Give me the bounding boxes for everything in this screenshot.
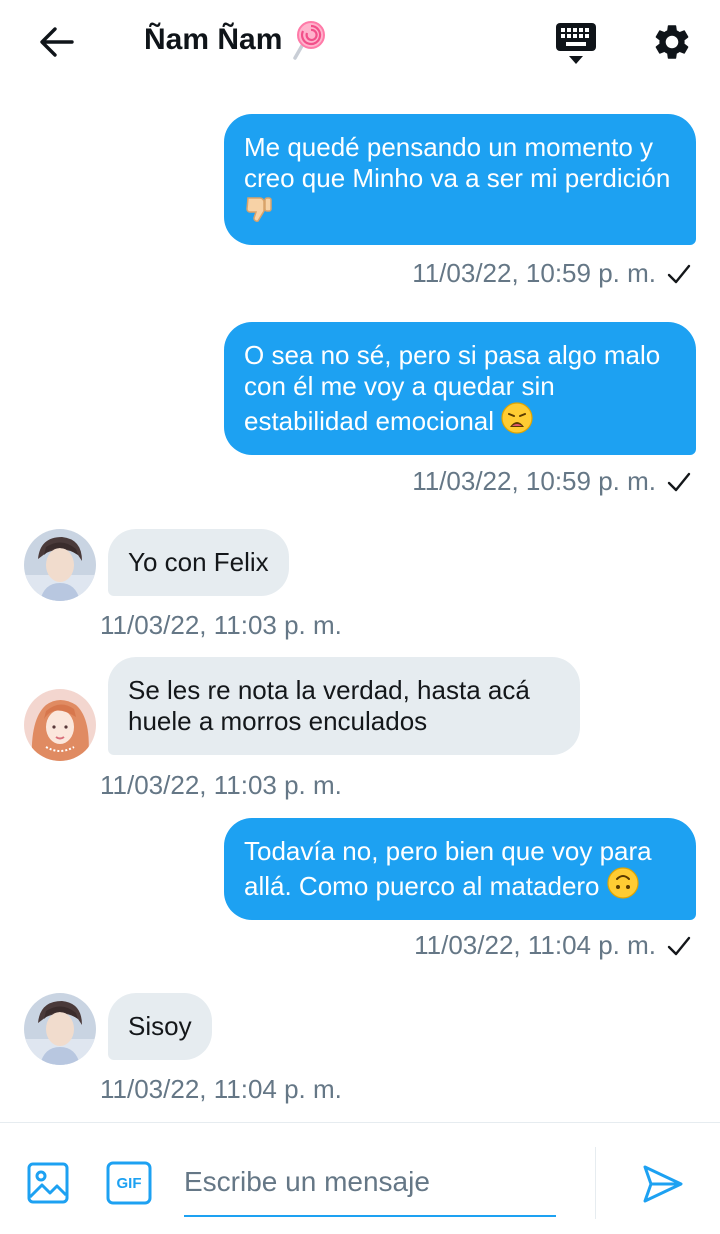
message-text: O sea no sé, pero si pasa algo malo con … [244, 340, 661, 436]
message-input-wrapper [184, 1151, 556, 1217]
message-text: Sisoy [128, 1011, 192, 1041]
avatar-boy [24, 993, 96, 1065]
weary-face-icon [501, 402, 533, 434]
arrow-left-icon [40, 27, 74, 57]
message-text: Todavía no, pero bien que voy para allá.… [244, 836, 652, 901]
composer-divider [595, 1147, 596, 1219]
timestamp-text: 11/03/22, 10:59 p. m. [412, 466, 656, 496]
message-timestamp: 11/03/22, 11:03 p. m. [100, 770, 342, 801]
message-timestamp: 11/03/22, 11:04 p. m. [100, 1074, 342, 1105]
avatar[interactable] [24, 993, 96, 1065]
timestamp-text: 11/03/22, 11:03 p. m. [100, 770, 342, 800]
message-bubble-incoming[interactable]: Sisoy [108, 993, 212, 1060]
timestamp-text: 11/03/22, 11:04 p. m. [414, 930, 656, 960]
message-composer: GIF [0, 1122, 720, 1234]
avatar[interactable] [24, 689, 96, 761]
message-bubble-outgoing[interactable]: O sea no sé, pero si pasa algo malo con … [224, 322, 696, 455]
chat-header: Ñam Ñam [0, 0, 720, 86]
send-icon [643, 1165, 683, 1203]
timestamp-text: 11/03/22, 11:04 p. m. [100, 1074, 342, 1104]
conversation-title-text: Ñam Ñam [144, 23, 283, 56]
add-image-button[interactable] [26, 1161, 70, 1205]
timestamp-text: 11/03/22, 11:03 p. m. [100, 610, 342, 640]
message-timestamp: 11/03/22, 10:59 p. m. [412, 258, 692, 289]
keyboard-shortcuts-button[interactable] [552, 20, 600, 68]
back-button[interactable] [32, 22, 80, 62]
settings-button[interactable] [648, 18, 696, 66]
avatar-girl [24, 689, 96, 761]
message-timestamp: 11/03/22, 10:59 p. m. [412, 466, 692, 497]
message-timestamp: 11/03/22, 11:03 p. m. [100, 610, 342, 641]
message-text: Se les re nota la verdad, hasta acá huel… [128, 675, 530, 736]
upside-down-face-icon [607, 867, 639, 899]
message-bubble-incoming[interactable]: Yo con Felix [108, 529, 289, 596]
add-gif-button[interactable]: GIF [106, 1161, 152, 1205]
message-input[interactable] [184, 1151, 556, 1213]
gear-icon [655, 25, 689, 59]
message-bubble-incoming[interactable]: Se les re nota la verdad, hasta acá huel… [108, 657, 580, 755]
message-timestamp: 11/03/22, 11:04 p. m. [414, 930, 692, 961]
avatar-boy [24, 529, 96, 601]
image-icon [27, 1162, 69, 1204]
keyboard-icon [556, 23, 596, 64]
gif-label: GIF [116, 1174, 142, 1192]
send-button[interactable] [640, 1161, 686, 1207]
timestamp-text: 11/03/22, 10:59 p. m. [412, 258, 656, 288]
avatar[interactable] [24, 529, 96, 601]
conversation-title[interactable]: Ñam Ñam [144, 20, 326, 60]
message-text: Me quedé pensando un momento y creo que … [244, 132, 671, 193]
check-icon [667, 936, 691, 955]
check-icon [667, 264, 691, 283]
check-icon [667, 472, 691, 491]
message-bubble-outgoing[interactable]: Me quedé pensando un momento y creo que … [224, 114, 696, 245]
message-text: Yo con Felix [128, 547, 269, 577]
thumbs-down-icon [246, 197, 272, 222]
lollipop-icon [293, 21, 326, 60]
message-bubble-outgoing[interactable]: Todavía no, pero bien que voy para allá.… [224, 818, 696, 920]
